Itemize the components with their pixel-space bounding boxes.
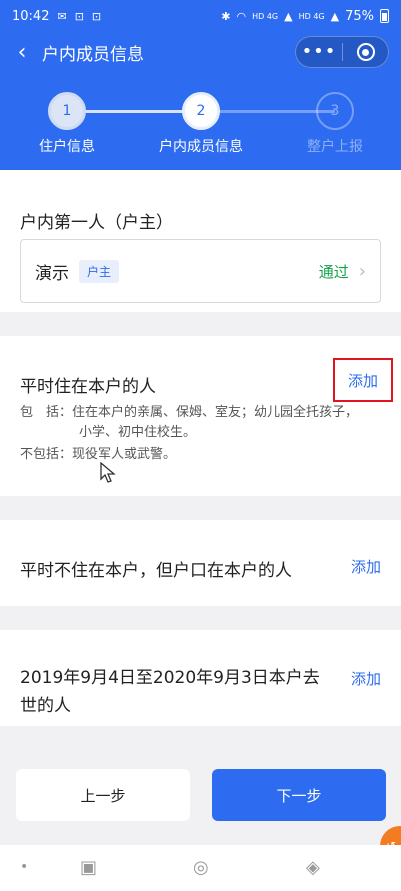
bluetooth-icon: ✱: [221, 9, 231, 23]
mouse-cursor-icon: [100, 462, 116, 483]
chevron-left-icon: ‹: [17, 39, 27, 65]
chat-icon: ✉: [57, 9, 67, 23]
section-title: 平时住在本户的人: [20, 377, 156, 397]
step-label: 整户上报: [307, 139, 363, 155]
more-menu-button[interactable]: •••: [296, 43, 342, 61]
member-row[interactable]: 演示 户主 通过 ›: [20, 239, 381, 303]
step-label: 户内成员信息: [159, 139, 243, 155]
step-label: 住户信息: [39, 139, 95, 155]
header: ‹ 户内成员信息 ••• 1 住户信息 2 户内成员信息 3 整户上报: [0, 32, 401, 170]
battery-percent: 75%: [345, 8, 374, 24]
nav-dot-icon: •: [20, 859, 29, 875]
assistant-nav-icon[interactable]: ◈: [306, 857, 320, 878]
member-status: 通过: [318, 262, 349, 281]
exclude-text: 不包括：现役军人或武警。: [20, 447, 177, 462]
signal-icon: ▲: [330, 9, 340, 23]
step-number: 1: [48, 92, 86, 130]
registered-nonresident-section: 平时不住在本户，但户口在本户的人 添加: [0, 520, 401, 606]
section-title: 平时不住在本户，但户口在本户的人: [20, 561, 292, 581]
back-button[interactable]: ‹: [4, 32, 40, 72]
home-nav-icon[interactable]: ◎: [193, 857, 209, 878]
member-role-badge: 户主: [79, 259, 120, 283]
step-number: 3: [316, 92, 354, 130]
add-resident-button[interactable]: 添加: [333, 358, 393, 402]
member-name: 演示: [35, 263, 69, 284]
prev-step-button[interactable]: 上一步: [16, 769, 190, 821]
resident-section: 平时住在本户的人 添加 包 括：住在本户的亲属、保姆、室友；幼儿园全托孩子， 小…: [0, 336, 401, 496]
step-number: 2: [182, 92, 220, 130]
include-text: 包 括：住在本户的亲属、保姆、室友；幼儿园全托孩子，: [20, 405, 359, 420]
next-step-button[interactable]: 下一步: [212, 769, 386, 821]
section-title: 2019年9月4日至2020年9月3日本户去世的人: [20, 668, 320, 716]
wifi-icon: ◠: [236, 9, 247, 23]
battery-icon: [380, 9, 389, 23]
add-deceased-button[interactable]: 添加: [351, 668, 381, 689]
step-1: 1 住户信息: [7, 92, 127, 156]
target-icon: [356, 43, 375, 61]
mini-program-capsule: •••: [295, 36, 389, 68]
add-registered-button[interactable]: 添加: [351, 556, 381, 577]
app-nav-icon[interactable]: ▣: [80, 857, 97, 878]
deceased-section: 2019年9月4日至2020年9月3日本户去世的人 添加: [0, 630, 401, 726]
signal-icon: ▲: [284, 9, 293, 23]
network-hd-label: HD 4G: [252, 11, 279, 21]
household-head-section: 户内第一人（户主） 演示 户主 通过 ›: [0, 170, 401, 312]
step-2: 2 户内成员信息: [141, 92, 261, 156]
status-time: 10:42: [12, 8, 50, 24]
chevron-right-icon: ›: [358, 260, 366, 282]
status-bar: 10:42 ✉ ⊡ ⊡ ✱ ◠ HD 4G ▲ HD 4G ▲ 75%: [0, 0, 401, 32]
close-program-button[interactable]: [343, 43, 388, 61]
section-title: 户内第一人（户主）: [20, 213, 173, 233]
scan-icon: ⊡: [74, 9, 84, 23]
include-text-continued: 小学、初中住校生。: [79, 425, 197, 440]
page-title: 户内成员信息: [42, 44, 144, 65]
stepper: 1 住户信息 2 户内成员信息 3 整户上报: [0, 92, 401, 162]
scan-icon: ⊡: [91, 9, 102, 23]
network-hd-label: HD 4G: [298, 11, 325, 21]
system-nav-bar: • ▣ ◎ ◈: [0, 845, 401, 891]
step-3: 3 整户上报: [275, 92, 395, 156]
